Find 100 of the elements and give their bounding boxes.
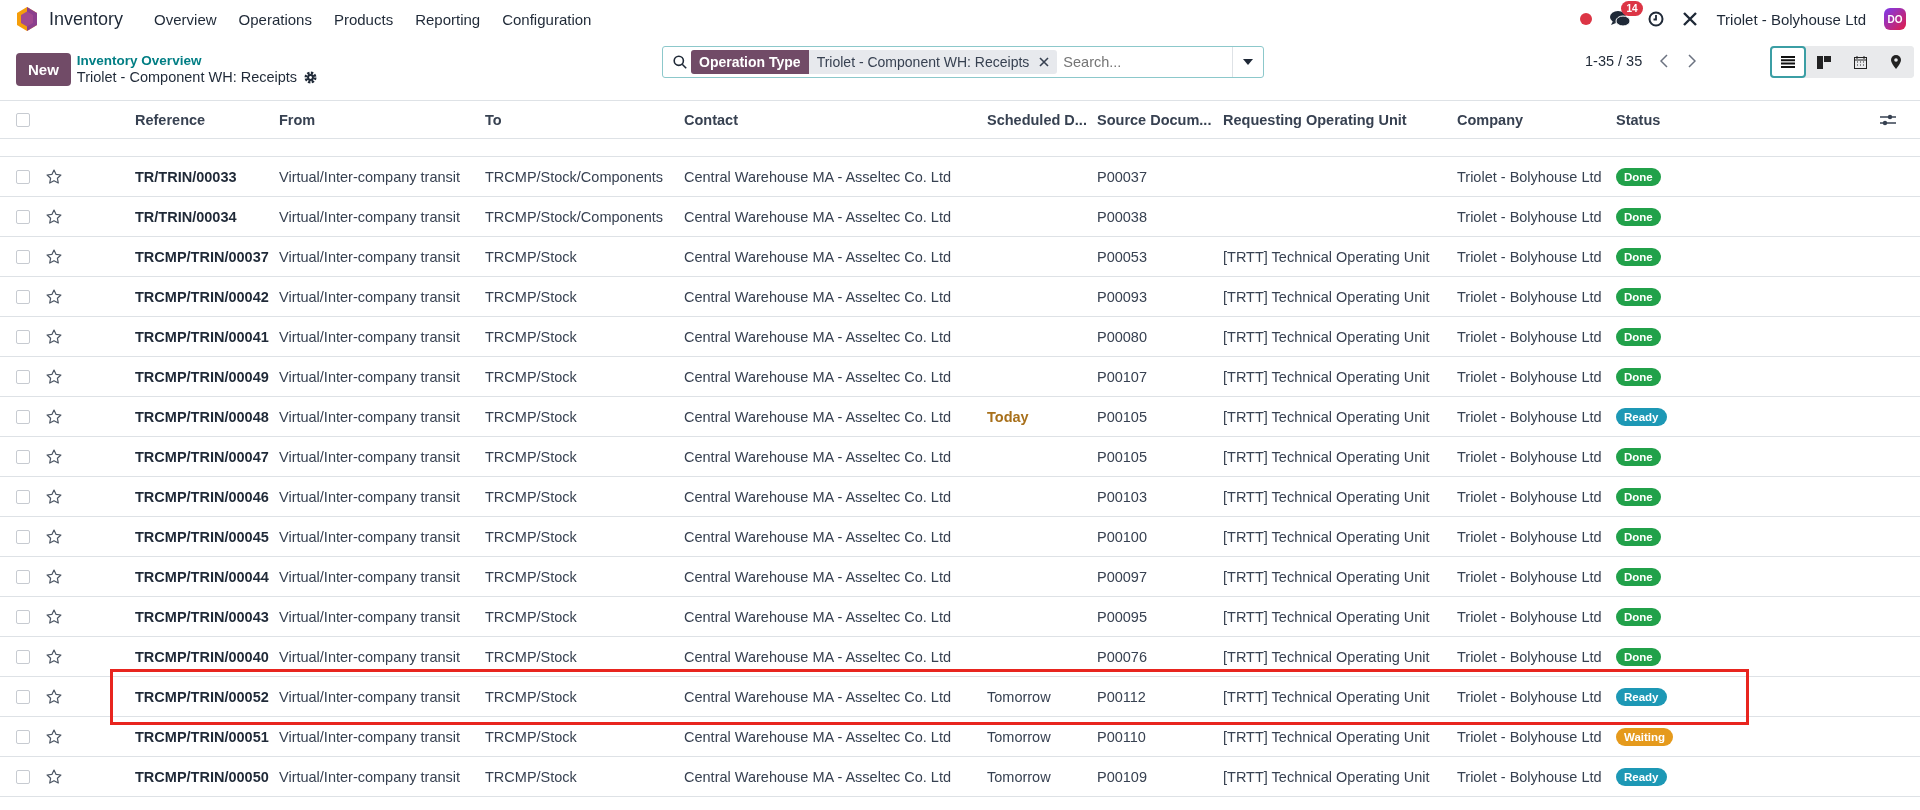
column-header[interactable]: From [279, 111, 485, 128]
chevron-right-icon [1688, 54, 1697, 68]
hexagon-logo-icon[interactable] [16, 7, 38, 31]
column-header[interactable]: Status [1616, 111, 1880, 128]
status-badge: Done [1616, 647, 1661, 666]
column-header[interactable]: Requesting Operating Unit [1223, 111, 1457, 128]
star-icon[interactable] [46, 209, 62, 224]
star-icon[interactable] [46, 169, 62, 184]
row-checkbox[interactable] [16, 289, 30, 304]
table-cell-text: Triolet - Bolyhouse Ltd [1457, 568, 1603, 585]
row-checkbox[interactable] [16, 489, 30, 504]
table-cell-text: TRCMP/TRIN/00044 [135, 568, 270, 585]
menu-item[interactable]: Operations [227, 10, 323, 28]
table-cell-text: Central Warehouse MA - Asseltec Co. Ltd [684, 248, 953, 265]
close-icon[interactable] [1039, 57, 1050, 67]
star-icon[interactable] [46, 409, 62, 424]
company-switcher[interactable]: Triolet - Bolyhouse Ltd [1716, 10, 1866, 28]
gear-icon[interactable] [304, 70, 318, 84]
row-checkbox[interactable] [16, 449, 30, 464]
row-checkbox[interactable] [16, 209, 30, 224]
pager-value[interactable]: 1-35 / 35 [1585, 53, 1643, 69]
star-icon[interactable] [46, 529, 62, 544]
select-all-checkbox[interactable] [16, 112, 30, 127]
row-checkbox[interactable] [16, 329, 30, 344]
status-badge: Done [1616, 567, 1661, 586]
row-checkbox[interactable] [16, 729, 30, 744]
status-badge: Done [1616, 327, 1661, 346]
column-header[interactable]: Company [1457, 111, 1616, 128]
star-icon[interactable] [46, 489, 62, 504]
search-bar[interactable]: Operation Type Triolet - Component WH: Receipts Search... [662, 46, 1264, 78]
row-checkbox[interactable] [16, 249, 30, 264]
star-icon[interactable] [46, 729, 62, 744]
star-icon[interactable] [46, 649, 62, 664]
row-checkbox[interactable] [16, 569, 30, 584]
breadcrumb-link[interactable]: Inventory Overview [76, 53, 318, 68]
table-cell-text: TRCMP/Stock [485, 368, 578, 385]
user-avatar[interactable]: DO [1884, 8, 1906, 30]
new-button[interactable]: New [16, 52, 71, 86]
table-cell-text: TRCMP/TRIN/00042 [135, 288, 270, 305]
star-icon[interactable] [46, 329, 62, 344]
star-icon[interactable] [46, 449, 62, 464]
next-page-button[interactable] [1686, 52, 1699, 70]
table-cell-text: TRCMP/TRIN/00048 [135, 408, 270, 425]
table-cell-text: [TRTT] Technical Operating Unit [1223, 608, 1431, 625]
star-icon[interactable] [46, 249, 62, 264]
table-cell-text: TRCMP/TRIN/00043 [135, 608, 270, 625]
star-icon[interactable] [46, 689, 62, 704]
row-checkbox[interactable] [16, 609, 30, 624]
row-checkbox[interactable] [16, 369, 30, 384]
recording-dot-icon[interactable] [1580, 13, 1593, 25]
row-checkbox[interactable] [16, 169, 30, 184]
facet-label: Operation Type [691, 50, 809, 74]
menu-item[interactable]: Reporting [404, 10, 492, 28]
table-cell-text: Triolet - Bolyhouse Ltd [1457, 328, 1603, 345]
table-cell-text: Triolet - Bolyhouse Ltd [1457, 408, 1603, 425]
row-checkbox[interactable] [16, 769, 30, 784]
app-name[interactable]: Inventory [49, 8, 124, 30]
table-cell-text: Triolet - Bolyhouse Ltd [1457, 648, 1603, 665]
column-settings-icon[interactable] [1880, 112, 1896, 127]
table-cell-text: TRCMP/TRIN/00051 [135, 728, 270, 745]
table-cell-text: P00097 [1097, 568, 1148, 585]
star-icon[interactable] [46, 609, 62, 624]
menu-item[interactable]: Overview [143, 10, 228, 28]
star-icon[interactable] [46, 569, 62, 584]
table-cell-text: Central Warehouse MA - Asseltec Co. Ltd [684, 688, 953, 705]
table-cell-text: TRCMP/Stock [485, 408, 578, 425]
view-switch-button[interactable] [1770, 46, 1806, 78]
previous-page-button[interactable] [1658, 52, 1671, 70]
table-cell-text: P00100 [1097, 528, 1148, 545]
menu-item[interactable]: Configuration [491, 10, 603, 28]
column-header[interactable]: To [485, 111, 684, 128]
table-cell-text: Virtual/Inter-company transit [279, 488, 462, 505]
menu-item[interactable]: Products [322, 10, 405, 28]
table-cell-text: Virtual/Inter-company transit [279, 328, 462, 345]
table-cell-text: TRCMP/TRIN/00045 [135, 528, 270, 545]
row-checkbox[interactable] [16, 689, 30, 704]
table-cell-text: Tomorrow [987, 688, 1052, 705]
column-header[interactable]: Scheduled D... [987, 111, 1097, 128]
column-header[interactable]: Reference [135, 111, 279, 128]
table-cell-text: Virtual/Inter-company transit [279, 368, 462, 385]
table-cell-text: TR/TRIN/00033 [135, 168, 238, 185]
table-cell-text: [TRTT] Technical Operating Unit [1223, 368, 1431, 385]
row-checkbox[interactable] [16, 529, 30, 544]
column-header[interactable]: Contact [684, 111, 987, 128]
row-checkbox[interactable] [16, 409, 30, 424]
star-icon[interactable] [46, 289, 62, 304]
search-icon [673, 55, 687, 69]
table-cell-text: Central Warehouse MA - Asseltec Co. Ltd [684, 768, 953, 785]
caret-icon [1243, 59, 1253, 65]
star-icon[interactable] [46, 369, 62, 384]
row-checkbox[interactable] [16, 649, 30, 664]
table-cell-text: P00112 [1097, 688, 1147, 705]
table-cell-text: [TRTT] Technical Operating Unit [1223, 408, 1431, 425]
table-cell-text: Virtual/Inter-company transit [279, 448, 462, 465]
table-cell-text: P00053 [1097, 248, 1148, 265]
clock-icon[interactable] [1648, 11, 1665, 27]
table-cell-text: Triolet - Bolyhouse Ltd [1457, 608, 1603, 625]
star-icon[interactable] [46, 769, 62, 784]
column-header[interactable]: Source Docum... [1097, 111, 1223, 128]
table-cell-text: Triolet - Bolyhouse Ltd [1457, 208, 1603, 225]
